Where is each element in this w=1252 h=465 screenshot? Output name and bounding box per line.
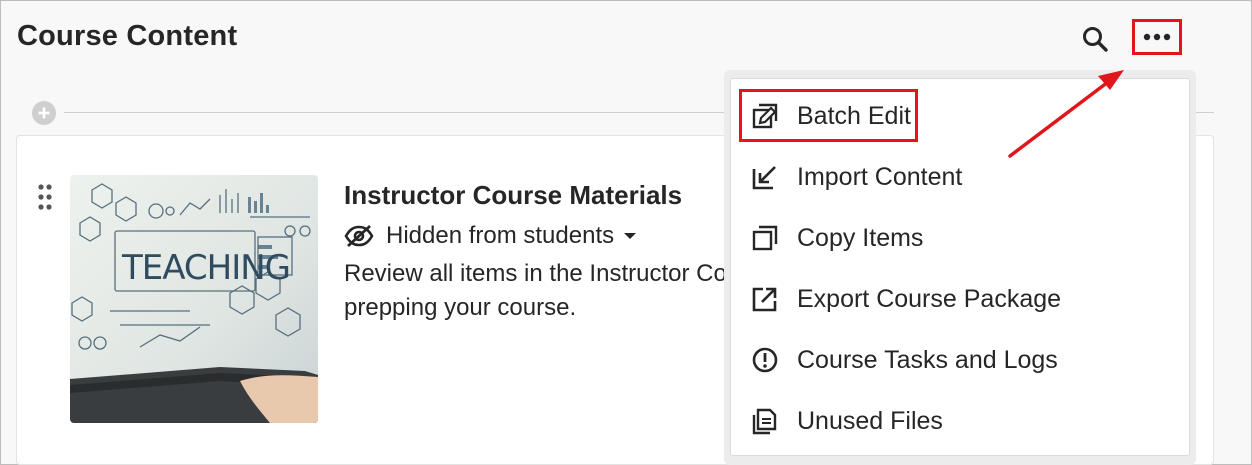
alert-circle-icon <box>751 346 779 374</box>
menu-item-export-course-package[interactable]: Export Course Package <box>731 272 1189 326</box>
batch-edit-icon <box>751 102 779 130</box>
plus-icon <box>38 107 50 119</box>
more-options-menu-list: Batch Edit Import Content Copy Items Exp… <box>730 78 1190 456</box>
hidden-eye-icon <box>344 224 374 248</box>
menu-item-label: Copy Items <box>797 223 924 252</box>
menu-item-label: Import Content <box>797 162 963 191</box>
menu-item-course-tasks-and-logs[interactable]: Course Tasks and Logs <box>731 333 1189 387</box>
files-icon <box>751 407 779 435</box>
menu-item-label: Batch Edit <box>797 101 911 130</box>
drag-handle-icon <box>38 184 52 210</box>
drag-handle[interactable] <box>37 184 53 215</box>
menu-item-label: Export Course Package <box>797 284 1062 313</box>
menu-item-import-content[interactable]: Import Content <box>731 150 1189 204</box>
caret-down-icon <box>624 233 637 239</box>
menu-item-label: Course Tasks and Logs <box>797 345 1058 374</box>
item-description-line-1: Review all items in the Instructor Co <box>344 260 727 287</box>
more-options-icon <box>1143 33 1171 41</box>
export-icon <box>751 285 779 313</box>
thumbnail-teaching-text: TEACHING <box>121 248 290 288</box>
search-button[interactable] <box>1078 22 1112 56</box>
menu-item-label: Unused Files <box>797 406 943 435</box>
item-description: Review all items in the Instructor Co pr… <box>344 257 744 325</box>
import-icon <box>751 163 779 191</box>
visibility-label: Hidden from students <box>386 222 615 249</box>
search-icon <box>1083 27 1108 52</box>
more-options-menu: Batch Edit Import Content Copy Items Exp… <box>724 70 1196 465</box>
copy-icon <box>751 224 779 252</box>
visibility-dropdown[interactable]: Hidden from students <box>344 222 637 250</box>
more-options-button[interactable] <box>1132 19 1182 55</box>
item-title[interactable]: Instructor Course Materials <box>344 180 682 211</box>
menu-item-unused-files[interactable]: Unused Files <box>731 394 1189 448</box>
item-description-line-2: prepping your course. <box>344 294 577 321</box>
menu-item-batch-edit[interactable]: Batch Edit <box>731 89 1189 143</box>
page-title: Course Content <box>17 20 238 52</box>
menu-item-copy-items[interactable]: Copy Items <box>731 211 1189 265</box>
add-content-button[interactable] <box>32 101 56 125</box>
item-thumbnail: TEACHING <box>70 175 318 423</box>
